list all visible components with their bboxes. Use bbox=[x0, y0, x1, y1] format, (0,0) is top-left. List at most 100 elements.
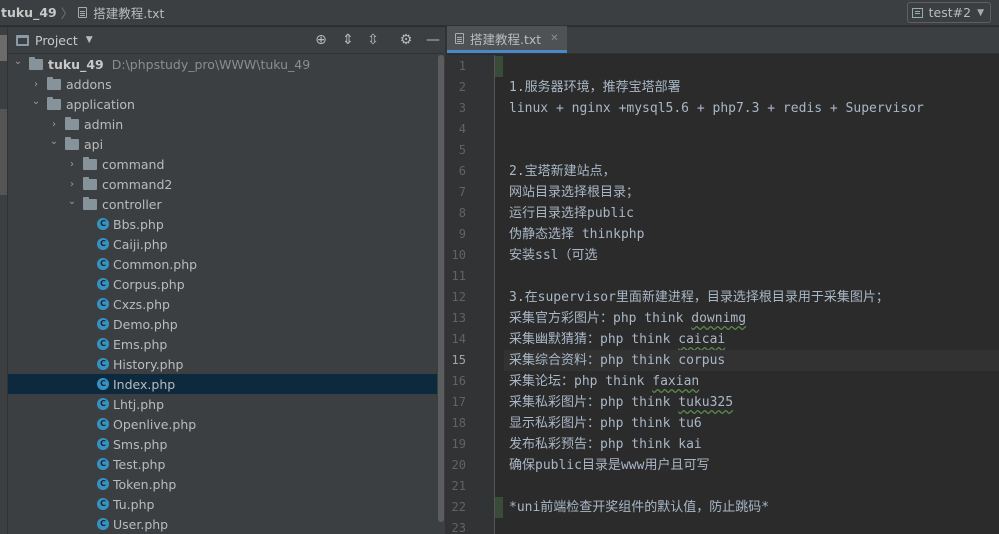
tree-scrollbar[interactable] bbox=[437, 55, 445, 522]
code-line[interactable]: 3.在supervisor里面新建进程，目录选择根目录用于采集图片； bbox=[504, 287, 999, 308]
code-line[interactable]: linux + nginx +mysql5.6 + php7.3 + redis… bbox=[504, 98, 999, 119]
tree-file-tu[interactable]: C Tu.php bbox=[8, 494, 437, 514]
tree-file-ems[interactable]: C Ems.php bbox=[8, 334, 437, 354]
code-line[interactable]: 发布私彩预告：php think kai bbox=[504, 434, 999, 455]
collapse-all-icon[interactable]: ⇳ bbox=[365, 32, 381, 48]
tree-file-corpus[interactable]: C Corpus.php bbox=[8, 274, 437, 294]
tree-file-user[interactable]: C User.php bbox=[8, 514, 437, 534]
tree-file-bbs[interactable]: C Bbs.php bbox=[8, 214, 437, 234]
code-line[interactable]: 运行目录选择public bbox=[504, 203, 999, 224]
line-number: 4 bbox=[458, 122, 466, 136]
line-number: 13 bbox=[451, 311, 466, 325]
tree-folder-admin[interactable]: › admin bbox=[8, 114, 437, 134]
tree-file-index[interactable]: C Index.php bbox=[8, 374, 437, 394]
code-line[interactable]: 1.服务器环境，推荐宝塔部署 bbox=[504, 77, 999, 98]
expand-all-icon[interactable]: ⇕ bbox=[340, 32, 356, 48]
code-line[interactable] bbox=[504, 140, 999, 161]
chevron-down-icon[interactable]: ⌄ bbox=[67, 196, 77, 207]
tree-file-history[interactable]: C History.php bbox=[8, 354, 437, 374]
tree-file-openlive[interactable]: C Openlive.php bbox=[8, 414, 437, 434]
line-number: 12 bbox=[451, 290, 466, 304]
tree-file-caiji[interactable]: C Caiji.php bbox=[8, 234, 437, 254]
editor-area: 搭建教程.txt ✕ 1 2 3 4 5 6 7 8 9 10 11 12 13 14 15 16 17 18 19… bbox=[447, 26, 999, 534]
line-number: 8 bbox=[458, 206, 466, 220]
close-icon[interactable]: ✕ bbox=[550, 33, 558, 44]
text-file-icon bbox=[455, 32, 464, 44]
php-class-icon: C bbox=[97, 378, 109, 390]
vcs-change-marker[interactable] bbox=[495, 56, 503, 77]
tab-setup-guide[interactable]: 搭建教程.txt ✕ bbox=[447, 26, 567, 53]
code-line[interactable]: 采集综合资料：php think corpus bbox=[504, 350, 999, 371]
chevron-down-icon[interactable]: ⌄ bbox=[31, 96, 41, 107]
line-number: 17 bbox=[451, 395, 466, 409]
line-number: 22 bbox=[451, 500, 466, 514]
breadcrumb-project[interactable]: tuku_49 bbox=[0, 5, 57, 20]
tree-folder-addons[interactable]: › addons bbox=[8, 74, 437, 94]
tree-item-label: Corpus.php bbox=[113, 276, 185, 292]
tree-folder-api[interactable]: ⌄ api bbox=[8, 134, 437, 154]
chevron-down-icon[interactable]: ▼ bbox=[86, 35, 93, 45]
project-panel: Project ▼ ⊕ ⇕ ⇳ ⚙ — ⌄ tuku_49 D:\phpstudy_… bbox=[8, 27, 445, 534]
locate-icon[interactable]: ⊕ bbox=[313, 32, 329, 48]
tree-file-test[interactable]: C Test.php bbox=[8, 454, 437, 474]
tab-label: 搭建教程.txt bbox=[470, 31, 542, 47]
tree-item-label: controller bbox=[102, 196, 162, 212]
tree-file-common[interactable]: C Common.php bbox=[8, 254, 437, 274]
code-line[interactable] bbox=[504, 119, 999, 140]
tree-scrollbar-thumb[interactable] bbox=[438, 55, 444, 522]
project-view-title[interactable]: Project bbox=[35, 33, 78, 48]
minimize-icon[interactable]: — bbox=[425, 32, 441, 48]
gear-icon[interactable]: ⚙ bbox=[398, 32, 414, 48]
breadcrumb-file[interactable]: 搭建教程.txt bbox=[93, 3, 164, 22]
tree-file-demo[interactable]: C Demo.php bbox=[8, 314, 437, 334]
tree-folder-command2[interactable]: › command2 bbox=[8, 174, 437, 194]
line-number: 1 bbox=[458, 59, 466, 73]
tree-item-label: command2 bbox=[102, 176, 173, 192]
tree-file-cxzs[interactable]: C Cxzs.php bbox=[8, 294, 437, 314]
code-line[interactable]: 网站目录选择根目录； bbox=[504, 182, 999, 203]
code-line[interactable] bbox=[504, 56, 999, 77]
code-text-area[interactable]: 1.服务器环境，推荐宝塔部署 linux + nginx +mysql5.6 + … bbox=[504, 55, 999, 534]
line-number: 18 bbox=[451, 416, 466, 430]
code-line[interactable] bbox=[504, 266, 999, 287]
tree-folder-application[interactable]: ⌄ application bbox=[8, 94, 437, 114]
navigation-bar: tuku_49 〉 搭建教程.txt test#2 ▼ bbox=[0, 0, 999, 26]
chevron-down-icon[interactable]: ⌄ bbox=[49, 136, 59, 147]
chevron-right-icon[interactable]: › bbox=[67, 159, 77, 170]
tree-file-token[interactable]: C Token.php bbox=[8, 474, 437, 494]
folder-icon bbox=[29, 56, 43, 70]
tree-file-lhtj[interactable]: C Lhtj.php bbox=[8, 394, 437, 414]
tree-file-sms[interactable]: C Sms.php bbox=[8, 434, 437, 454]
code-line[interactable]: 显示私彩图片：php think tu6 bbox=[504, 413, 999, 434]
code-line[interactable]: 伪静态选择 thinkphp bbox=[504, 224, 999, 245]
line-number: 21 bbox=[451, 479, 466, 493]
run-configuration-selector[interactable]: test#2 ▼ bbox=[906, 2, 991, 23]
code-line[interactable] bbox=[504, 518, 999, 534]
code-line[interactable]: 2.宝塔新建站点， bbox=[504, 161, 999, 182]
vcs-change-marker[interactable] bbox=[495, 497, 503, 518]
tree-folder-command[interactable]: › command bbox=[8, 154, 437, 174]
tree-item-label: Test.php bbox=[113, 456, 166, 472]
code-line[interactable] bbox=[504, 476, 999, 497]
project-tool-button[interactable] bbox=[0, 35, 7, 61]
code-line[interactable]: 采集官方彩图片：php think downimg bbox=[504, 308, 999, 329]
tree-item-label: api bbox=[84, 136, 104, 152]
structure-tool-button[interactable] bbox=[0, 109, 7, 195]
tree-item-label: Tu.php bbox=[113, 496, 155, 512]
tree-folder-tuku_49[interactable]: ⌄ tuku_49 D:\phpstudy_pro\WWW\tuku_49 bbox=[8, 55, 437, 74]
chevron-right-icon[interactable]: › bbox=[49, 119, 59, 130]
code-line[interactable]: 采集论坛：php think faxian bbox=[504, 371, 999, 392]
code-line[interactable]: 采集幽默猜猜：php think caicai bbox=[504, 329, 999, 350]
text-file-icon bbox=[78, 7, 88, 18]
code-line[interactable]: 确保public目录是www用户且可写 bbox=[504, 455, 999, 476]
code-line[interactable]: 采集私彩图片：php think tuku325 bbox=[504, 392, 999, 413]
php-class-icon: C bbox=[97, 278, 109, 290]
code-line[interactable]: *uni前端检查开奖组件的默认值，防止跳码* bbox=[504, 497, 999, 518]
spelling-warning: faxian bbox=[652, 374, 700, 389]
chevron-down-icon[interactable]: ⌄ bbox=[13, 56, 23, 67]
code-line[interactable]: 安装ssl（可选 bbox=[504, 245, 999, 266]
tree-item-label: admin bbox=[84, 116, 124, 132]
chevron-right-icon[interactable]: › bbox=[31, 79, 41, 90]
chevron-right-icon[interactable]: › bbox=[67, 179, 77, 190]
tree-folder-controller[interactable]: ⌄ controller bbox=[8, 194, 437, 214]
